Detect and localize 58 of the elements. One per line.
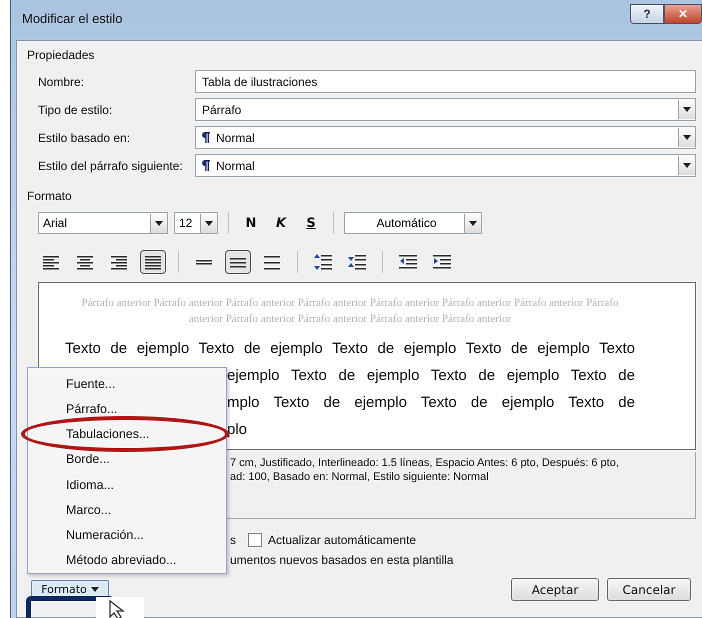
text-field[interactable]: Tabla de ilustraciones (195, 70, 696, 93)
sample-text: Texto de ejemplo Texto de ejemplo Texto de ejemplo Texto de ejemplo Texto (65, 339, 635, 359)
dropdown-arrow-icon (205, 220, 213, 226)
dropdown-arrow-icon (155, 220, 163, 226)
field-label: Estilo del párrafo siguiente: (38, 158, 184, 172)
menu-item[interactable]: Borde... (64, 452, 112, 468)
window-title: Modificar el estilo (22, 11, 122, 26)
help-button[interactable]: ? (630, 4, 664, 24)
italic-button[interactable]: K (269, 212, 293, 234)
align-center-icon (77, 254, 93, 270)
checkbox[interactable] (248, 533, 262, 547)
sample-text: mplo Texto de ejemplo Texto de ejemplo Texto de (227, 393, 635, 413)
section-heading: Formato (27, 189, 73, 203)
menu-item[interactable]: Numeración... (64, 527, 146, 543)
previous-paragraph-text: anterior Párrafo anterior Párrafo anterior Párrafo anterior Párrafo anterior (188, 312, 512, 327)
section-heading: Propiedades (27, 48, 96, 62)
field-label: Tipo de estilo: (38, 102, 114, 116)
sample-text: plo (227, 420, 248, 440)
bold-button[interactable]: N (239, 212, 263, 234)
size-dropdown[interactable]: 12 (174, 212, 218, 234)
menu-item[interactable]: Método abreviado... (64, 552, 178, 568)
space-decrease-icon (348, 254, 366, 270)
dropdown-arrow-icon (90, 587, 99, 592)
menu-item[interactable]: Párrafo... (64, 401, 120, 417)
align-right-icon (111, 254, 127, 270)
increase-indent-icon (433, 254, 451, 270)
option-label: s (230, 533, 236, 547)
field-label: Nombre: (38, 74, 86, 88)
justify-icon (145, 254, 161, 270)
dropdown-arrow-icon (469, 220, 477, 226)
dropdown-field[interactable]: Normal (195, 154, 696, 177)
menu-item[interactable]: Tabulaciones... (64, 426, 152, 442)
space-increase-icon (314, 254, 332, 270)
ok-button[interactable]: Aceptar (511, 578, 599, 601)
font-dropdown[interactable]: Arial (38, 212, 168, 234)
previous-paragraph-text: Párrafo anterior Párrafo anterior Párrafo anterior Párrafo anterior Párrafo anterior Párrafo anterior Párrafo anterior Párrafo (80, 296, 620, 311)
double-spacing-icon (264, 254, 280, 270)
dropdown-arrow-icon (683, 135, 691, 140)
checkbox-label: Actualizar automáticamente (268, 533, 416, 547)
style-description: ad: 100, Basado en: Normal, Estilo siguiente: Normal (230, 470, 490, 484)
color-dropdown[interactable]: Automático (344, 212, 482, 234)
menu-item[interactable]: Marco... (64, 502, 114, 518)
underline-button[interactable]: S (299, 212, 323, 234)
align-left-icon (43, 254, 59, 270)
option-label: umentos nuevos basados en esta plantilla (230, 553, 454, 567)
dropdown-field[interactable]: Párrafo (195, 98, 696, 121)
one-half-button[interactable] (225, 250, 251, 274)
menu-item[interactable]: Idioma... (64, 476, 116, 492)
dropdown-field[interactable]: Normal (195, 126, 696, 149)
decrease-indent-icon (399, 254, 417, 270)
field-label: Estilo basado en: (38, 130, 132, 144)
sample-text: ejemplo Texto de ejemplo Texto de ejemplo Texto de (227, 366, 635, 386)
justify-button[interactable] (140, 250, 166, 274)
cancel-button[interactable]: Cancelar (607, 578, 691, 601)
dropdown-arrow-icon (683, 107, 691, 112)
dropdown-arrow-icon (683, 163, 691, 168)
menu-item[interactable]: Fuente... (64, 376, 118, 392)
style-description: 7 cm, Justificado, Interlineado: 1.5 líneas, Espacio Antes: 6 pto, Después: 6 pto, (230, 456, 620, 470)
